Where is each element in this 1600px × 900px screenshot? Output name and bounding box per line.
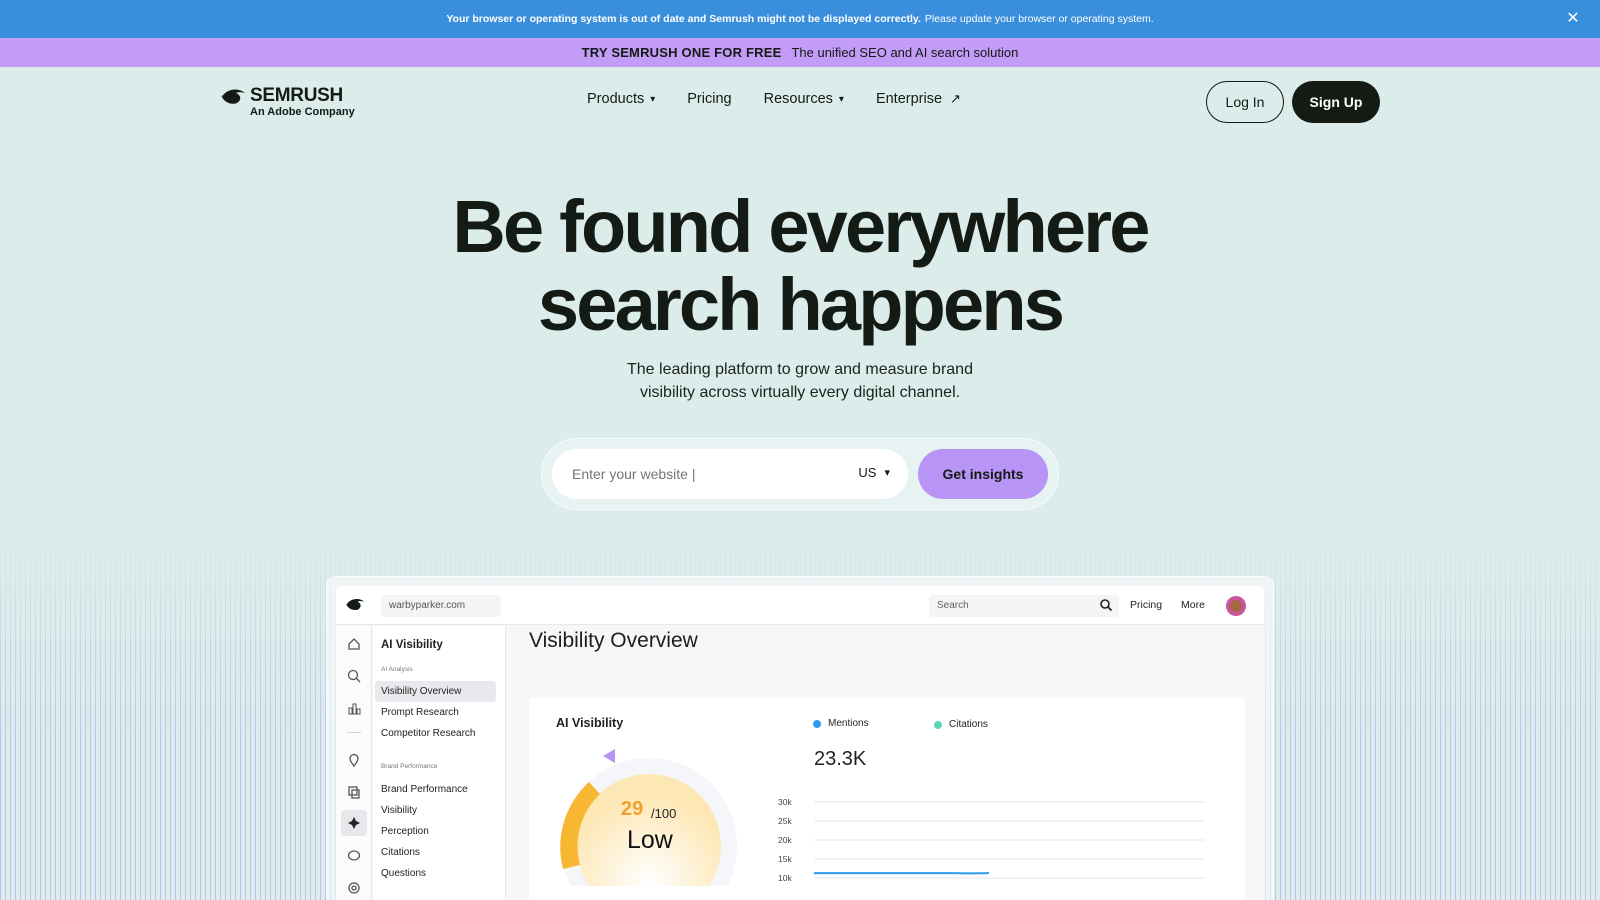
website-search-form: US ▾ Get insights xyxy=(541,438,1059,510)
sidebar-item-prompt-research[interactable]: Prompt Research xyxy=(375,702,496,723)
promo-banner[interactable]: TRY SEMRUSH ONE FOR FREE The unified SEO… xyxy=(0,38,1600,67)
hero-subtitle: The leading platform to grow and measure… xyxy=(550,358,1050,404)
legend-citations-label: Citations xyxy=(949,719,988,730)
sidebar-section-ai-analysis: AI Analysis xyxy=(381,666,413,673)
avatar[interactable] xyxy=(1226,596,1246,616)
mentions-line-chart: 30k 25k 20k 15k 10k xyxy=(778,797,1204,883)
hero-title-line2: search happens xyxy=(537,263,1065,346)
visibility-score-max: /100 xyxy=(651,806,677,821)
nav-links: Products ▾ Pricing Resources ▾ Enterpris… xyxy=(587,91,993,107)
home-icon[interactable] xyxy=(345,635,363,653)
signup-button[interactable]: Sign Up xyxy=(1292,81,1380,123)
visibility-score: 29 xyxy=(621,798,644,820)
sidebar-item-competitor-research[interactable]: Competitor Research xyxy=(375,723,496,744)
app-preview: warbyparker.com Search Pricing More AI V… xyxy=(336,586,1264,900)
visibility-gauge xyxy=(560,749,737,886)
sidebar-item-perception[interactable]: Perception xyxy=(375,821,496,842)
app-search-placeholder: Search xyxy=(937,600,969,611)
mentions-dot xyxy=(813,719,821,728)
ai-visibility-card: AI Visibility 29 /100 Low Mentions Citat… xyxy=(529,698,1245,900)
warning-bold-text: Your browser or operating system is out … xyxy=(446,13,921,25)
sidebar-item-brand-performance[interactable]: Brand Performance xyxy=(375,779,496,800)
avatar-face xyxy=(1230,600,1242,612)
sidebar-title: AI Visibility xyxy=(381,639,443,651)
main-nav: SEMRUSH An Adobe Company Products ▾ Pric… xyxy=(0,67,1600,137)
y-tick-label: 15k xyxy=(778,854,792,864)
page-title: Visibility Overview xyxy=(529,629,698,652)
semrush-flame-icon xyxy=(346,598,365,611)
search-analytics-icon[interactable] xyxy=(345,667,363,685)
nav-products-label: Products xyxy=(587,91,645,107)
target-icon[interactable] xyxy=(345,879,363,897)
hero-subtitle-line2: visibility across virtually every digita… xyxy=(639,384,961,401)
rail-divider xyxy=(347,732,361,733)
nav-pricing-label: Pricing xyxy=(687,91,732,107)
sidebar: AI Visibility AI Analysis Visibility Ove… xyxy=(373,626,506,900)
nav-pricing[interactable]: Pricing xyxy=(687,91,731,107)
visibility-score-label: Low xyxy=(627,826,673,854)
nav-enterprise-label: Enterprise xyxy=(875,91,943,107)
sidebar-section-brand-performance: Brand Performance xyxy=(381,763,438,770)
hero-title-line1: Be found everywhere xyxy=(452,185,1150,268)
app-pricing-link[interactable]: Pricing xyxy=(1130,599,1162,611)
nav-products[interactable]: Products ▾ xyxy=(587,91,655,107)
nav-resources-label: Resources xyxy=(763,91,833,107)
sidebar-item-citations[interactable]: Citations xyxy=(375,842,496,863)
sidebar-item-visibility-overview[interactable]: Visibility Overview xyxy=(375,681,496,702)
y-tick-label: 20k xyxy=(778,835,792,845)
chevron-down-icon: ▾ xyxy=(838,93,844,105)
app-more-menu[interactable]: More xyxy=(1181,599,1205,611)
card-title: AI Visibility xyxy=(556,716,624,730)
legend-mentions[interactable]: Mentions xyxy=(813,718,869,729)
nav-enterprise[interactable]: Enterprise ↗ xyxy=(876,91,961,107)
logo-wordmark: SEMRUSH xyxy=(250,85,343,106)
hero-title: Be found everywhere search happens xyxy=(0,188,1600,344)
nav-resources[interactable]: Resources ▾ xyxy=(764,91,844,107)
y-tick-label: 30k xyxy=(778,797,792,807)
website-field: US ▾ xyxy=(552,449,908,499)
sidebar-item-visibility[interactable]: Visibility xyxy=(375,800,496,821)
bar-chart-icon[interactable] xyxy=(345,699,363,717)
copy-icon[interactable] xyxy=(345,783,363,801)
website-input[interactable] xyxy=(572,449,812,499)
external-arrow-icon: ↗ xyxy=(950,91,961,106)
semrush-flame-icon xyxy=(220,89,245,104)
chevron-down-icon: ▾ xyxy=(650,93,656,105)
country-value: US xyxy=(858,465,877,480)
browser-warning-banner: Your browser or operating system is out … xyxy=(0,0,1600,38)
logo-subtitle: An Adobe Company xyxy=(250,106,355,118)
chat-icon[interactable] xyxy=(345,847,363,865)
sidebar-item-questions[interactable]: Questions xyxy=(375,863,496,884)
domain-input[interactable]: warbyparker.com xyxy=(381,595,501,617)
icon-rail xyxy=(336,626,372,900)
chevron-down-icon: ▾ xyxy=(884,467,890,479)
y-tick-label: 10k xyxy=(778,873,792,883)
login-button[interactable]: Log In xyxy=(1206,81,1284,123)
hero-subtitle-line1: The leading platform to grow and measure… xyxy=(627,361,973,378)
citations-dot xyxy=(934,720,942,729)
app-search-input[interactable]: Search xyxy=(929,595,1119,617)
warning-text: Please update your browser or operating … xyxy=(924,13,1154,25)
search-icon[interactable] xyxy=(1099,598,1113,612)
semrush-logo[interactable]: SEMRUSH An Adobe Company xyxy=(220,85,360,121)
location-pin-icon[interactable] xyxy=(345,751,363,769)
y-tick-label: 25k xyxy=(778,816,792,826)
gauge-indicator-icon xyxy=(603,749,615,763)
promo-headline[interactable]: TRY SEMRUSH ONE FOR FREE xyxy=(582,45,782,60)
ai-visibility-icon[interactable] xyxy=(341,810,367,836)
country-select[interactable]: US ▾ xyxy=(858,465,890,480)
get-insights-button[interactable]: Get insights xyxy=(918,449,1048,499)
app-topbar: warbyparker.com Search Pricing More xyxy=(336,586,1264,625)
close-icon[interactable]: ✕ xyxy=(1564,10,1582,28)
mentions-value: 23.3K xyxy=(814,748,867,770)
legend-mentions-label: Mentions xyxy=(828,718,869,729)
legend-citations[interactable]: Citations xyxy=(934,719,988,730)
promo-text: The unified SEO and AI search solution xyxy=(791,45,1019,60)
